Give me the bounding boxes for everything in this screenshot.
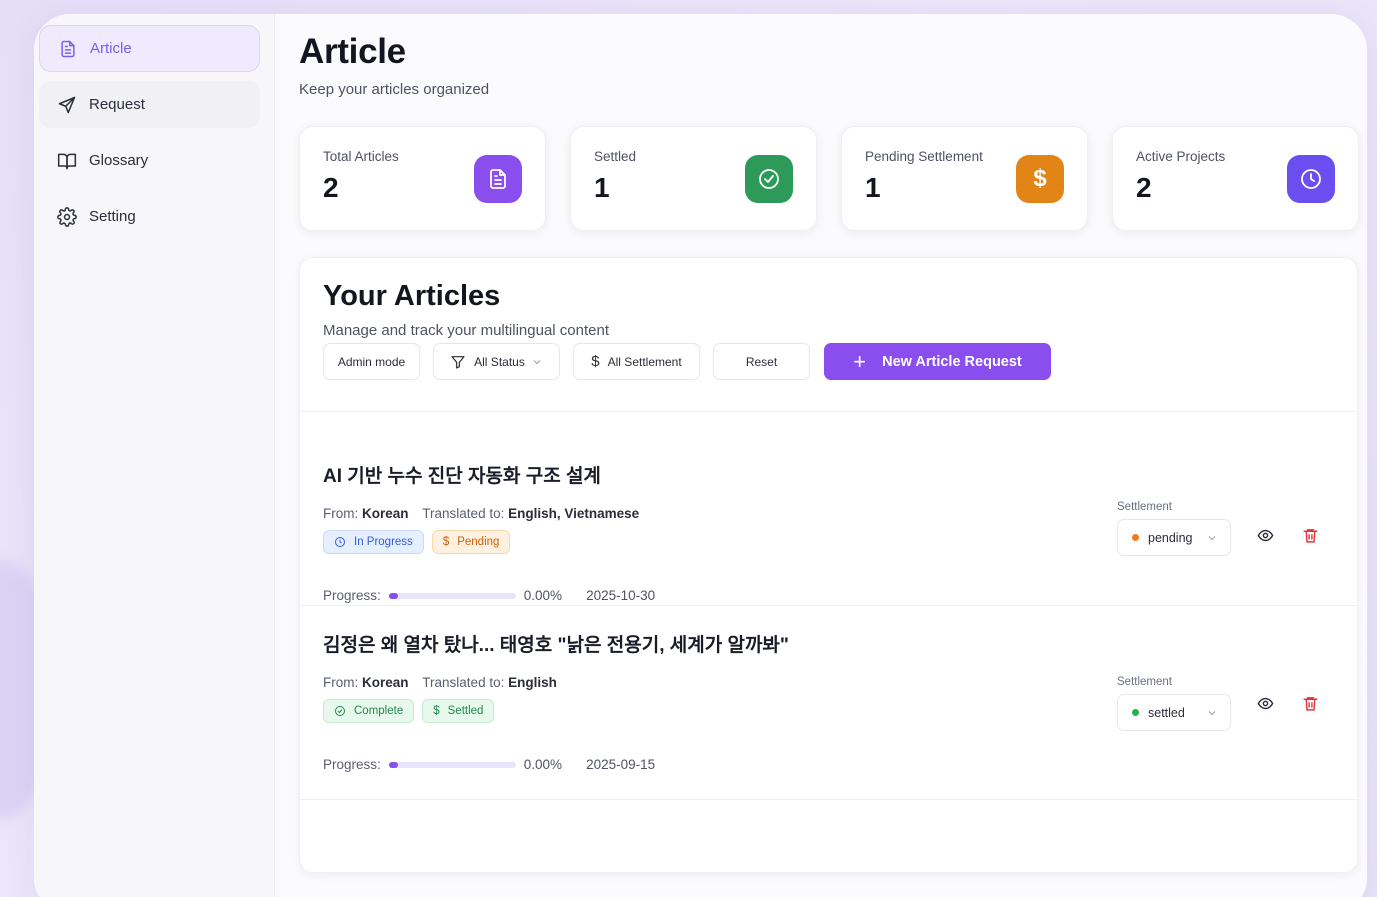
stat-card-active-projects: Active Projects 2 [1112, 126, 1359, 231]
sidebar: Article Request Glossary Setting [34, 14, 275, 897]
settlement-badge: $ Pending [431, 530, 511, 554]
progress-line: Progress: 0.00% 2025-09-15 [323, 757, 1334, 772]
reset-label: Reset [745, 354, 778, 369]
page-title: Article [299, 32, 406, 71]
progress-bar-fill [388, 761, 398, 768]
section-subtitle: Manage and track your multilingual conte… [323, 322, 609, 339]
settlement-label: Settlement [1117, 676, 1172, 688]
article-date: 2025-10-30 [586, 588, 656, 603]
article-title: AI 기반 누수 진단 자동화 구조 설계 [323, 466, 601, 487]
progress-label: Progress: [323, 757, 381, 772]
filter-icon [450, 354, 466, 370]
section-title: Your Articles [323, 280, 501, 312]
document-icon [474, 155, 522, 203]
settlement-select[interactable]: settled [1117, 694, 1231, 731]
settlement-badge-label: Settled [447, 705, 484, 717]
settlement-control: Settlement settled [1117, 676, 1231, 731]
plus-icon: + [853, 348, 867, 374]
trash-icon[interactable] [1300, 525, 1320, 545]
chevron-down-icon [1206, 532, 1218, 544]
translated-to-label: Translated to: [422, 675, 505, 690]
settlement-control: Settlement pending [1117, 501, 1231, 556]
dollar-icon: $ [1016, 155, 1064, 203]
progress-percent: 0.00% [523, 588, 563, 603]
target-languages: English, Vietnamese [508, 506, 640, 521]
progress-bar [388, 592, 516, 599]
articles-header: Your Articles Manage and track your mult… [300, 258, 1357, 412]
dollar-icon: $ [433, 705, 440, 717]
chevron-down-icon [1206, 707, 1218, 719]
status-badge-label: In Progress [354, 536, 413, 548]
settlement-select[interactable]: pending [1117, 519, 1231, 556]
app-window: Article Request Glossary Setting Article… [34, 14, 1367, 897]
admin-mode-button[interactable]: Admin mode [323, 343, 420, 380]
check-circle-icon [334, 705, 346, 717]
chevron-down-icon [531, 356, 543, 368]
settlement-filter-select[interactable]: $ All Settlement [573, 343, 700, 380]
status-badge-label: Complete [354, 705, 404, 717]
sidebar-item-setting[interactable]: Setting [39, 193, 260, 240]
status-filter-label: All Status [474, 354, 525, 369]
article-title: 김정은 왜 열차 탔나... 태영호 "낡은 전용기, 세계가 알까봐" [323, 635, 789, 656]
progress-bar [388, 761, 516, 768]
settlement-filter-label: All Settlement [607, 354, 682, 369]
sidebar-item-label: Article [90, 40, 132, 57]
stat-card-settled: Settled 1 [570, 126, 817, 231]
progress-label: Progress: [323, 588, 381, 603]
filter-toolbar: Admin mode All Status $ All Settlement R… [323, 343, 1334, 380]
settlement-value: pending [1148, 530, 1193, 545]
trash-icon[interactable] [1300, 693, 1320, 713]
progress-line: Progress: 0.00% 2025-10-30 [323, 588, 1334, 603]
status-filter-select[interactable]: All Status [433, 343, 560, 380]
dollar-icon: $ [591, 353, 600, 370]
target-languages: English [508, 675, 557, 690]
stat-card-total-articles: Total Articles 2 [299, 126, 546, 231]
source-language: Korean [362, 675, 409, 690]
clock-icon [1287, 155, 1335, 203]
stat-card-pending-settlement: Pending Settlement 1 $ [841, 126, 1088, 231]
page-subtitle: Keep your articles organized [299, 81, 490, 98]
clock-icon [334, 536, 346, 548]
progress-percent: 0.00% [523, 757, 563, 772]
articles-panel: Your Articles Manage and track your mult… [299, 257, 1358, 873]
article-date: 2025-09-15 [586, 757, 656, 772]
translated-to-label: Translated to: [422, 506, 505, 521]
sidebar-item-glossary[interactable]: Glossary [39, 137, 260, 184]
sidebar-item-label: Setting [89, 208, 136, 225]
settlement-label: Settlement [1117, 501, 1172, 513]
new-request-label: New Article Request [882, 353, 1022, 370]
status-dot [1132, 534, 1139, 541]
sidebar-item-request[interactable]: Request [39, 81, 260, 128]
dollar-icon: $ [442, 536, 450, 548]
settlement-badge-label: Pending [457, 536, 500, 548]
from-label: From: [323, 675, 359, 690]
sidebar-item-article[interactable]: Article [39, 25, 260, 72]
main-content: Article Keep your articles organized Tot… [275, 14, 1367, 897]
eye-icon[interactable] [1255, 525, 1275, 545]
article-row: AI 기반 누수 진단 자동화 구조 설계 From: Korean Trans… [300, 412, 1357, 606]
send-icon [57, 95, 77, 115]
status-badge: In Progress [323, 530, 424, 554]
eye-icon[interactable] [1255, 693, 1275, 713]
article-row: 김정은 왜 열차 탔나... 태영호 "낡은 전용기, 세계가 알까봐" Fro… [300, 606, 1357, 800]
progress-bar-fill [388, 592, 398, 599]
source-language: Korean [362, 506, 409, 521]
gear-icon [57, 206, 77, 227]
check-circle-icon [745, 155, 793, 203]
admin-mode-label: Admin mode [337, 354, 406, 369]
stats-row: Total Articles 2 Settled 1 Pending Settl… [299, 126, 1359, 231]
settlement-badge: $ Settled [422, 699, 495, 723]
from-label: From: [323, 506, 359, 521]
status-dot [1132, 709, 1139, 716]
document-icon [58, 39, 78, 59]
settlement-value: settled [1148, 705, 1185, 720]
sidebar-item-label: Request [89, 96, 145, 113]
book-icon [57, 151, 77, 171]
new-article-request-button[interactable]: + New Article Request [824, 343, 1051, 380]
reset-button[interactable]: Reset [713, 343, 810, 380]
sidebar-item-label: Glossary [89, 152, 149, 169]
status-badge: Complete [323, 699, 415, 723]
